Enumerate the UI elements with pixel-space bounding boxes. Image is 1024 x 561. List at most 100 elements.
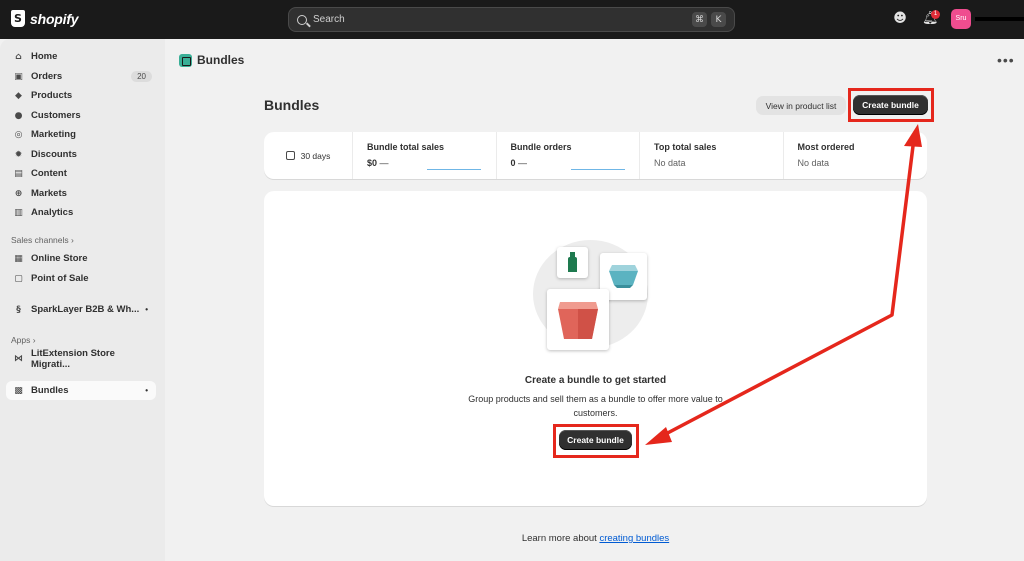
sidebar-item-marketing[interactable]: ◎ Marketing <box>6 125 156 144</box>
sparklayer-s-icon: § <box>16 304 21 315</box>
pot-tile <box>547 289 609 350</box>
stats-card: 30 days Bundle total sales $0 — Bundle o… <box>264 132 927 179</box>
sidebar-item-label: Bundles <box>31 385 69 396</box>
chevron-right-icon: › <box>71 235 74 245</box>
inbox-icon: ▣ <box>14 71 23 82</box>
content-icon: ▤ <box>14 168 23 179</box>
sidebar-item-analytics[interactable]: ▥ Analytics <box>6 203 156 222</box>
stat-label: Bundle total sales <box>367 142 445 152</box>
store-icon: ▦ <box>14 253 23 264</box>
sparkline <box>427 168 481 170</box>
stat-trend-dash: — <box>379 158 389 168</box>
sidebar-item-label: Customers <box>31 110 81 121</box>
sidebar-item-home[interactable]: ⌂ Home <box>6 47 156 66</box>
avatar[interactable]: Sru <box>951 9 971 29</box>
sidekick-icon[interactable]: ☻ <box>892 11 908 27</box>
sidebar-item-label: Orders <box>31 71 63 82</box>
search-input[interactable] <box>313 14 688 25</box>
stat-label: Most ordered <box>797 142 855 152</box>
section-title-text: Sales channels <box>11 235 69 245</box>
stat-label: Top total sales <box>654 142 717 152</box>
sidebar-item-litextension[interactable]: ⋈ LitExtension Store Migrati... <box>6 347 156 370</box>
notification-badge: 1 <box>931 10 940 19</box>
more-actions-icon[interactable]: ••• <box>997 52 1015 68</box>
sidebar-item-label: Discounts <box>31 149 77 160</box>
plant-pot-icon <box>558 302 598 339</box>
sidebar-item-label: Point of Sale <box>31 273 89 284</box>
empty-state-title: Create a bundle to get started <box>524 375 667 386</box>
sidebar-item-label: Home <box>31 51 58 62</box>
sidebar-item-point-of-sale[interactable]: ▢ Point of Sale <box>6 269 156 288</box>
shopify-bag-icon <box>11 10 25 27</box>
sidebar-item-label: LitExtension Store Migrati... <box>30 347 115 370</box>
store-name-redacted[interactable] <box>975 17 1024 21</box>
person-icon: ● <box>14 110 23 121</box>
bundles-app-icon <box>179 53 192 67</box>
section-title-text: Apps <box>11 335 31 345</box>
bottle-tile <box>557 247 588 278</box>
pin-dot-icon: • <box>145 305 148 314</box>
discount-icon: ✹ <box>14 149 23 160</box>
sparkline <box>570 168 625 170</box>
sidebar-item-products[interactable]: ◆ Products <box>6 86 156 105</box>
bowtie-icon: ⋈ <box>13 353 23 364</box>
create-bundle-button-empty-state[interactable]: Create bundle <box>559 430 632 450</box>
stat-value: $0 — <box>367 158 482 168</box>
sidebar-item-label: SparkLayer B2B & Wh... <box>31 304 140 315</box>
calendar-icon <box>285 151 295 160</box>
stat-bundle-total-sales: Bundle total sales $0 — <box>353 132 497 179</box>
sidebar-item-label: Analytics <box>31 207 74 218</box>
chevron-right-icon: › <box>32 335 36 345</box>
search-icon <box>297 14 307 25</box>
stat-most-ordered: Most ordered No data <box>784 132 928 179</box>
home-icon: ⌂ <box>15 51 22 62</box>
page-title: Bundles <box>264 97 320 113</box>
sidebar-item-discounts[interactable]: ✹ Discounts <box>6 145 156 164</box>
learn-more-prefix: Learn more about <box>521 533 597 544</box>
chart-bar-icon: ▥ <box>14 207 23 218</box>
target-icon: ◎ <box>14 129 23 140</box>
bottle-icon <box>568 252 577 272</box>
date-range-picker[interactable]: 30 days <box>264 132 353 179</box>
stat-bundle-orders: Bundle orders 0 — <box>497 132 640 179</box>
sidebar-item-online-store[interactable]: ▦ Online Store <box>6 249 156 268</box>
date-range-label: 30 days <box>300 150 331 161</box>
stat-value: 0 — <box>511 158 626 168</box>
shortcut-key-cmd: ⌘ <box>692 12 707 27</box>
sidebar-item-label: Products <box>31 90 73 101</box>
app-title: Bundles <box>179 53 244 67</box>
stat-value-number: 0 <box>510 158 516 168</box>
stat-value: No data <box>654 158 686 168</box>
learn-more: Learn more about creating bundles <box>264 533 927 544</box>
sidebar-item-customers[interactable]: ● Customers <box>6 106 156 125</box>
create-bundle-button-header[interactable]: Create bundle <box>853 95 928 115</box>
sidebar-item-label: Online Store <box>31 253 88 264</box>
pos-icon: ▢ <box>14 273 23 284</box>
sidebar-item-orders[interactable]: ▣ Orders 20 <box>6 67 156 86</box>
creating-bundles-link[interactable]: creating bundles <box>599 533 669 544</box>
sidebar-item-label: Content <box>31 168 67 179</box>
stat-value: No data <box>797 158 830 168</box>
stat-label: Bundle orders <box>510 142 572 152</box>
sidebar-item-label: Marketing <box>31 129 76 140</box>
search-bar[interactable]: ⌘ K <box>288 7 735 32</box>
bundles-icon: ▩ <box>14 385 23 396</box>
sidebar-item-content[interactable]: ▤ Content <box>6 164 156 183</box>
tag-icon: ◆ <box>15 90 22 101</box>
shortcut-key-k: K <box>711 12 726 27</box>
globe-icon: ⊕ <box>14 188 23 199</box>
app-title-text: Bundles <box>197 53 245 67</box>
empty-state-description: Group products and sell them as a bundle… <box>468 394 723 418</box>
sidebar-item-bundles[interactable]: ▩ Bundles • <box>6 381 156 400</box>
view-in-product-list-button[interactable]: View in product list <box>756 96 846 115</box>
sidebar-item-markets[interactable]: ⊕ Markets <box>6 184 156 203</box>
top-bar: shopify ⌘ K ☻ 🔔︎ 1 Sru <box>0 0 1024 39</box>
shopify-logo[interactable]: shopify <box>11 10 79 27</box>
stat-trend-dash: — <box>518 158 528 168</box>
pin-dot-icon: • <box>145 386 148 395</box>
apps-heading[interactable]: Apps › <box>11 335 36 345</box>
sidebar-item-sparklayer[interactable]: § SparkLayer B2B & Wh... • <box>6 300 156 319</box>
sales-channels-heading[interactable]: Sales channels › <box>11 235 74 245</box>
brand-name: shopify <box>30 10 79 27</box>
stat-value-number: $0 <box>367 158 378 168</box>
